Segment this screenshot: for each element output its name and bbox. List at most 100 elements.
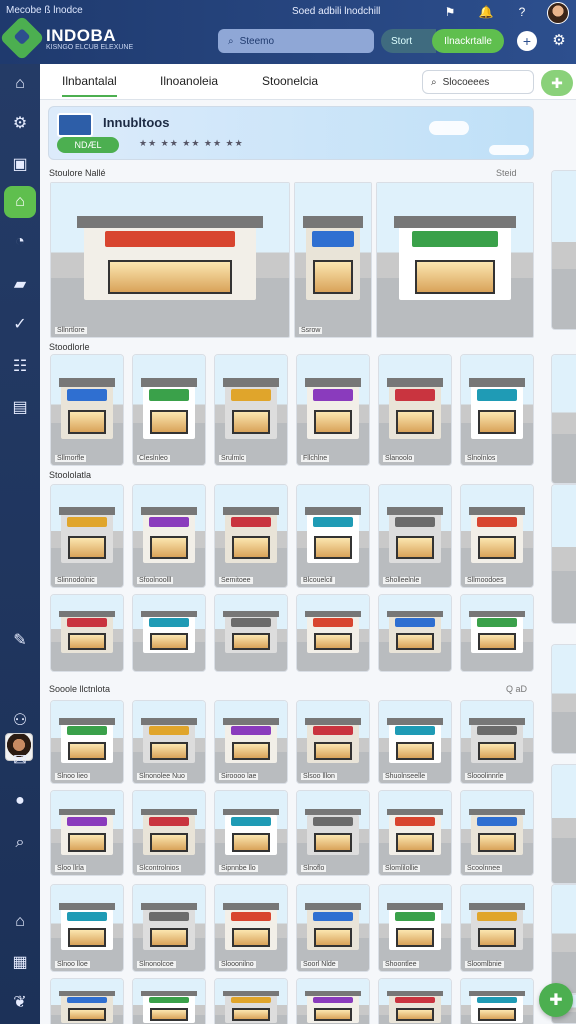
store-illustration (51, 485, 123, 587)
store-tile[interactable]: Blcouelcil (296, 484, 370, 588)
store-tile[interactable]: Siroooo lae (214, 700, 288, 784)
bell-icon[interactable]: 🔔 (468, 2, 504, 22)
store-icon[interactable]: ▣ (4, 148, 36, 180)
store-tile[interactable]: Slanoolo (378, 354, 452, 466)
map-icon[interactable]: ▰ (4, 268, 36, 300)
store-tile[interactable]: Slinnodolnic (50, 484, 124, 588)
store-tile[interactable]: Sipnnbe llo (214, 790, 288, 876)
store-tile[interactable]: Semitoee (214, 484, 288, 588)
tile-caption: Fllchlne (301, 455, 330, 462)
store-tile-partial[interactable] (551, 170, 576, 330)
store-tile[interactable]: Fllchlne (296, 354, 370, 466)
section-action[interactable]: Q aD (506, 684, 527, 694)
document-icon[interactable]: ☷ (4, 350, 36, 382)
store-tile-partial[interactable] (551, 884, 576, 994)
store-tile[interactable]: Slnonolee Nuo (132, 700, 206, 784)
store-tile[interactable]: Slnoo lloe (50, 884, 124, 972)
main-content: Ilnbantalal Ilnoanoleia Stoonelcia ⌕ Slo… (40, 64, 576, 1024)
tile-caption: Ssrow (299, 327, 323, 334)
top-search-input[interactable]: ⌕ Steemo (218, 29, 374, 53)
store-illustration (51, 183, 289, 337)
store-tile[interactable] (460, 594, 534, 672)
store-tile[interactable]: Sloo llrla (50, 790, 124, 876)
home-icon[interactable]: ⌂ (4, 68, 36, 100)
chat-icon[interactable]: ◔ (4, 226, 36, 258)
store-tile[interactable] (376, 182, 534, 338)
store-tile[interactable] (378, 594, 452, 672)
search-icon: ⌕ (228, 35, 234, 47)
store-tile[interactable]: Slooolinnrle (460, 700, 534, 784)
save-icon[interactable]: ▦ (4, 946, 36, 978)
store-tile-partial[interactable] (551, 354, 576, 484)
store-tile[interactable]: Cleslnleo (132, 354, 206, 466)
store-tile[interactable]: Sholleelnle (378, 484, 452, 588)
store-tile[interactable] (214, 594, 288, 672)
tab-2[interactable]: Ilnoanoleia (160, 74, 218, 88)
store-tile[interactable]: Sloomlbnie (460, 884, 534, 972)
flag-icon[interactable]: ⚑ (432, 2, 468, 22)
gear-icon[interactable]: ⚙ (548, 31, 570, 53)
store-illustration (297, 355, 369, 465)
store-tile[interactable]: Slomlilollie (378, 790, 452, 876)
mail-icon[interactable]: ✉ (4, 744, 36, 776)
store-illustration (133, 355, 205, 465)
store-tile-partial[interactable] (551, 764, 576, 884)
store-tile[interactable]: Sfoolnoolll (132, 484, 206, 588)
chart-icon[interactable]: ✓ (4, 308, 36, 340)
calendar-icon[interactable]: ▤ (4, 391, 36, 423)
store-illustration (379, 791, 451, 875)
store-tile[interactable]: Srulmlc (214, 354, 288, 466)
tab-1[interactable]: Ilnbantalal (62, 74, 117, 97)
pin-icon[interactable]: ✎ (4, 624, 36, 656)
help-icon[interactable]: ? (504, 2, 540, 22)
store-tile[interactable]: Slnoo lieo (50, 700, 124, 784)
banner-title: Innubltoos (103, 115, 170, 130)
store-tile[interactable]: Scoolnnee (460, 790, 534, 876)
tile-caption: Sipnnbe llo (219, 865, 258, 872)
store-tile[interactable]: Slnoflo (296, 790, 370, 876)
users-icon[interactable]: ⚇ (4, 704, 36, 736)
store-tile[interactable]: Slooonilno (214, 884, 288, 972)
store-tile[interactable] (50, 978, 124, 1024)
store-tile[interactable]: Slnonolcoe (132, 884, 206, 972)
store-tile[interactable]: Slcontrolnios (132, 790, 206, 876)
store-tile[interactable]: Shoontlee (378, 884, 452, 972)
store-tile[interactable] (460, 978, 534, 1024)
brand-title: INDOBA (46, 26, 117, 45)
leaf-icon[interactable]: ❦ (4, 986, 36, 1018)
store-tile[interactable]: Shuolnseelle (378, 700, 452, 784)
start-button[interactable]: Stort (381, 29, 436, 53)
user-avatar[interactable] (547, 2, 569, 24)
store-tile-partial[interactable] (551, 644, 576, 754)
store-tile[interactable] (214, 978, 288, 1024)
store-tile[interactable]: Sllnrtlore (50, 182, 290, 338)
section-title: Stoololatla (49, 470, 92, 480)
store-tile[interactable] (132, 594, 206, 672)
store-tile[interactable]: Soorl Nlde (296, 884, 370, 972)
store-tile[interactable]: Slsoo lllon (296, 700, 370, 784)
store-icon[interactable]: ⌂ (4, 906, 36, 938)
add-icon[interactable]: + (517, 31, 537, 51)
store-tile[interactable] (378, 978, 452, 1024)
store-tile[interactable] (296, 978, 370, 1024)
store-tile[interactable]: Sllmorfle (50, 354, 124, 466)
store-tile[interactable]: Ssrow (294, 182, 372, 338)
tab-3[interactable]: Stoonelcia (262, 74, 318, 88)
building-icon[interactable]: ⌂ (4, 186, 36, 218)
tile-caption: Slanoolo (383, 455, 415, 462)
store-tile[interactable] (50, 594, 124, 672)
profile-icon[interactable]: ● (4, 785, 36, 817)
store-tile[interactable] (296, 594, 370, 672)
section-action[interactable]: Steid (496, 168, 517, 178)
store-tile[interactable] (132, 978, 206, 1024)
store-tile-partial[interactable] (551, 484, 576, 624)
tile-caption: Slnonolcoe (137, 961, 176, 968)
add-button[interactable]: ✚ (541, 70, 573, 96)
store-tile[interactable]: Slnolnlos (460, 354, 534, 466)
store-tile[interactable]: Sllmoodoes (460, 484, 534, 588)
gear-icon[interactable]: ⚙ (4, 107, 36, 139)
primary-action-button[interactable]: Ilnackrtalle (432, 29, 504, 53)
search-icon[interactable]: ⌕ (4, 827, 36, 859)
main-search-input[interactable]: ⌕ Slocoeees (422, 70, 534, 94)
floating-action-button[interactable]: ✚ (539, 983, 573, 1017)
